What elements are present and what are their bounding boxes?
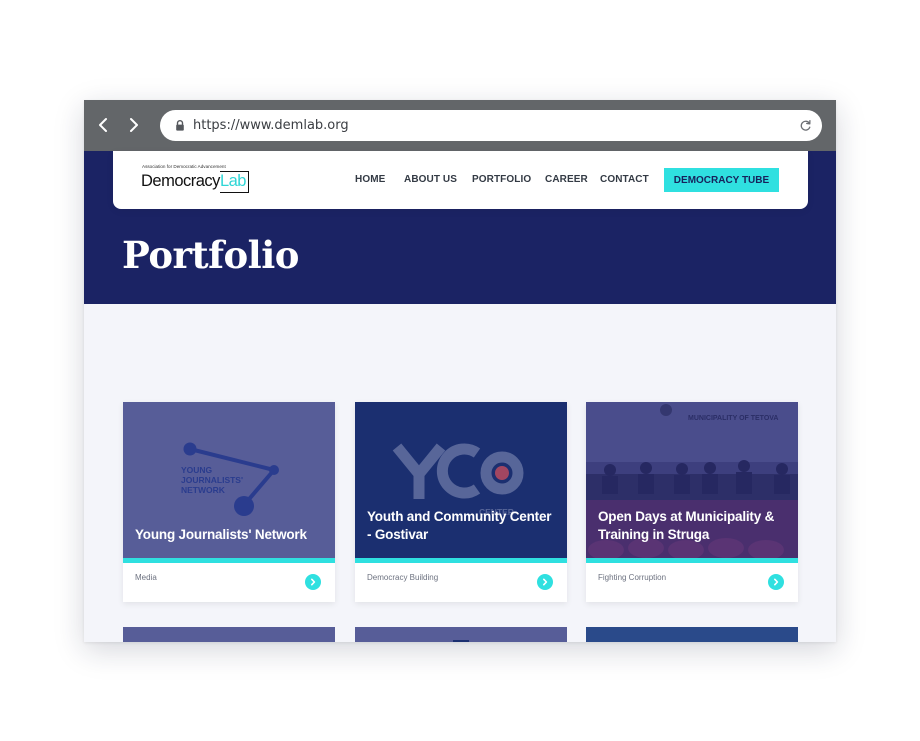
browser-window: https://www.demlab.org Association for D…: [84, 100, 836, 642]
portfolio-card-partial[interactable]: [586, 627, 798, 642]
democracy-tube-button[interactable]: DEMOCRACY TUBE: [664, 168, 779, 192]
image-text-line: NETWORK: [181, 485, 226, 495]
card-accent-bar: [355, 558, 567, 563]
card-accent-bar: [586, 558, 798, 563]
page-title: Portfolio: [122, 233, 299, 277]
portfolio-card-partial[interactable]: [355, 627, 567, 642]
image-text-line: MUNICIPALITY OF TETOVA: [688, 415, 778, 422]
url-text[interactable]: https://www.demlab.org: [193, 118, 349, 133]
back-button[interactable]: [92, 114, 114, 136]
card-arrow-button[interactable]: [305, 574, 321, 590]
chevron-right-icon: [311, 578, 316, 586]
nav-portfolio[interactable]: PORTFOLIO: [472, 174, 531, 185]
card-category: Fighting Corruption: [598, 573, 667, 582]
chevron-right-icon: [130, 118, 138, 132]
card-title: Youth and Community Center - Gostivar: [367, 509, 552, 542]
portfolio-card-youth-community-center[interactable]: CENTER Youth and Community Center - Gost…: [355, 402, 567, 602]
chevron-left-icon: [99, 118, 107, 132]
card-image: YOUNG JOURNALISTS' NETWORK Young Journal…: [123, 402, 335, 558]
card-arrow-button[interactable]: [768, 574, 784, 590]
logo-wordmark: DemocracyLab: [141, 170, 249, 193]
card-image: MUNICIPALITY OF TETOVA Open Days at Muni…: [586, 402, 798, 558]
site-header: Association for Democratic Advancement D…: [113, 151, 808, 209]
portfolio-card-partial[interactable]: [123, 627, 335, 642]
portfolio-card-young-journalists[interactable]: YOUNG JOURNALISTS' NETWORK Young Journal…: [123, 402, 335, 602]
card-accent-bar: [123, 558, 335, 563]
nav-contact[interactable]: CONTACT: [600, 174, 649, 185]
card-title: Young Journalists' Network: [135, 527, 307, 542]
reload-icon[interactable]: [799, 119, 812, 132]
card-category: Media: [135, 573, 157, 582]
image-text-line: YOUNG: [181, 465, 213, 475]
image-text-line: JOURNALISTS': [181, 475, 243, 485]
card-title: Open Days at Municipality & Training in …: [598, 509, 775, 542]
site-logo[interactable]: Association for Democratic Advancement D…: [141, 164, 261, 194]
nav-about-us[interactable]: ABOUT US: [404, 174, 457, 185]
nav-home[interactable]: HOME: [355, 174, 385, 185]
card-category: Democracy Building: [367, 573, 439, 582]
chevron-right-icon: [543, 578, 548, 586]
logo-name-part1: Democracy: [141, 172, 220, 190]
portfolio-card-open-days-struga[interactable]: MUNICIPALITY OF TETOVA Open Days at Muni…: [586, 402, 798, 602]
forward-button[interactable]: [123, 114, 145, 136]
card-image: CENTER Youth and Community Center - Gost…: [355, 402, 567, 558]
browser-toolbar: https://www.demlab.org: [84, 100, 836, 151]
logo-name-part2: Lab: [219, 171, 249, 193]
address-bar[interactable]: https://www.demlab.org: [160, 110, 822, 141]
nav-career[interactable]: CAREER: [545, 174, 588, 185]
logo-tagline: Association for Democratic Advancement: [142, 164, 226, 169]
chevron-right-icon: [774, 578, 779, 586]
card-image-detail: [453, 640, 469, 642]
lock-icon: [176, 120, 184, 131]
card-arrow-button[interactable]: [537, 574, 553, 590]
